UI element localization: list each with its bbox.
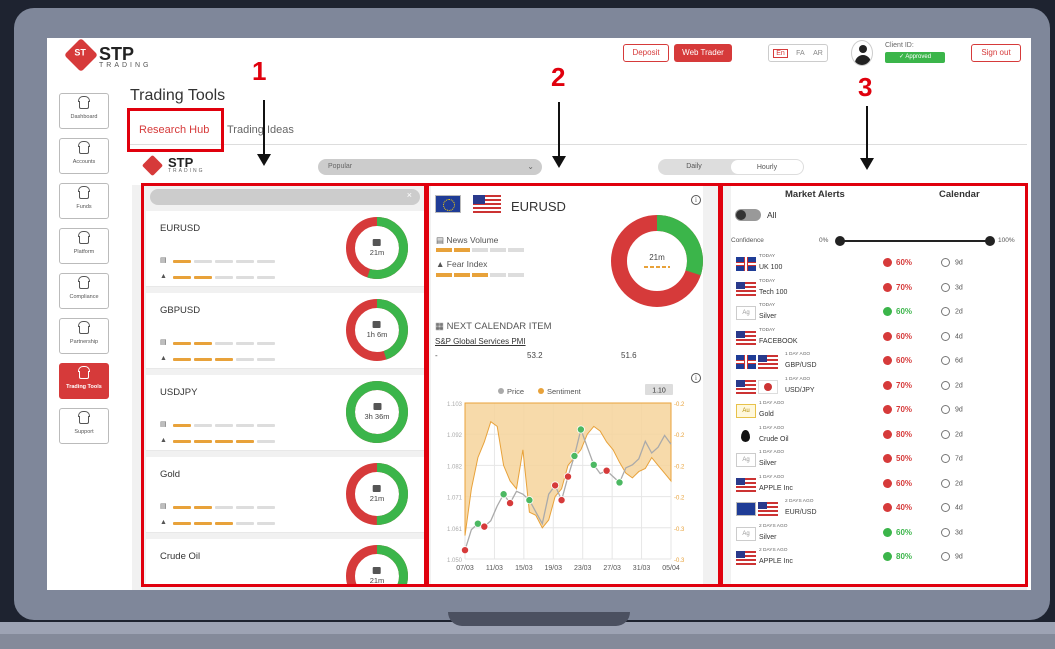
sidebar-item-label: Dashboard: [70, 114, 98, 120]
home-icon: [78, 141, 90, 154]
web-trader-button[interactable]: Web Trader: [674, 44, 732, 62]
annotation-1: 1: [252, 56, 267, 86]
language-switcher: En FA AR: [768, 44, 828, 62]
lang-fa[interactable]: FA: [796, 50, 805, 57]
home-icon: [78, 276, 90, 289]
logo-icon: ST: [64, 38, 98, 72]
arrow-2: [552, 102, 566, 168]
approved-badge: ✓ Approved: [885, 52, 945, 63]
sidebar-item-label: Accounts: [72, 159, 96, 165]
highlight-research-hub-tab: [127, 108, 224, 152]
research-logo: STP TRADING: [141, 154, 212, 177]
sidebar-item-compliance[interactable]: Compliance: [59, 273, 109, 309]
toggle-daily[interactable]: Daily: [658, 159, 730, 175]
home-icon: [78, 411, 90, 424]
sidebar-item-label: Platform: [73, 249, 95, 255]
filter-bar: STP TRADING Popular ⌄ Daily Hourly: [141, 154, 1031, 177]
category-dropdown[interactable]: Popular ⌄: [318, 159, 542, 175]
sidebar-item-support[interactable]: Support: [59, 408, 109, 444]
tab-trading-ideas[interactable]: Trading Ideas: [227, 124, 294, 136]
lang-en[interactable]: En: [773, 48, 788, 58]
sidebar-item-trading-tools[interactable]: Trading Tools: [59, 363, 109, 399]
sidebar-item-partnership[interactable]: Partnership: [59, 318, 109, 354]
sidebar-item-label: Support: [74, 429, 94, 435]
sidebar-item-label: Partnership: [69, 339, 99, 345]
chevron-down-icon: ⌄: [527, 162, 534, 171]
approved-text: Approved: [905, 54, 932, 60]
sidebar-item-accounts[interactable]: Accounts: [59, 138, 109, 174]
sidebar-item-label: Trading Tools: [66, 384, 102, 390]
laptop-base-edge: [0, 634, 1055, 649]
laptop-frame: ST STP TRADING Deposit Web Trader En FA …: [0, 0, 1055, 649]
stp-logo[interactable]: ST STP TRADING: [64, 38, 152, 72]
home-icon: [78, 96, 90, 109]
annotation-3: 3: [858, 72, 873, 102]
annotation-2: 2: [551, 62, 566, 92]
sidebar-item-label: Compliance: [69, 294, 99, 300]
logo-sub-text: TRADING: [168, 168, 205, 174]
logo-icon: [141, 154, 164, 177]
sidebar: Dashboard Accounts Funds Platform Compliance…: [59, 93, 109, 453]
sidebar-item-label: Funds: [76, 204, 92, 210]
page-title: Trading Tools: [130, 87, 226, 104]
sidebar-item-platform[interactable]: Platform: [59, 228, 109, 264]
lang-ar[interactable]: AR: [813, 50, 823, 57]
sidebar-item-dashboard[interactable]: Dashboard: [59, 93, 109, 129]
client-id-label: Client ID:: [885, 42, 914, 49]
arrow-1: [257, 100, 271, 166]
highlight-box-2: [426, 183, 721, 587]
sidebar-item-funds[interactable]: Funds: [59, 183, 109, 219]
deposit-button[interactable]: Deposit: [623, 44, 669, 62]
toggle-hourly[interactable]: Hourly: [731, 160, 803, 174]
home-icon: [78, 321, 90, 334]
user-avatar-icon[interactable]: [851, 40, 873, 66]
highlight-box-1: [141, 183, 427, 587]
logo-sub-text: TRADING: [99, 62, 152, 69]
home-icon: [78, 186, 90, 199]
highlight-box-3: [720, 183, 1028, 587]
arrow-3: [860, 106, 874, 170]
timeframe-toggle: Daily Hourly: [658, 159, 804, 175]
dropdown-value: Popular: [328, 163, 353, 170]
home-icon: [78, 366, 90, 379]
home-icon: [78, 231, 90, 244]
laptop-notch: [448, 612, 630, 626]
tabs-divider: [127, 144, 1027, 145]
top-bar: ST STP TRADING Deposit Web Trader En FA …: [47, 38, 1031, 80]
sign-out-button[interactable]: Sign out: [971, 44, 1021, 62]
